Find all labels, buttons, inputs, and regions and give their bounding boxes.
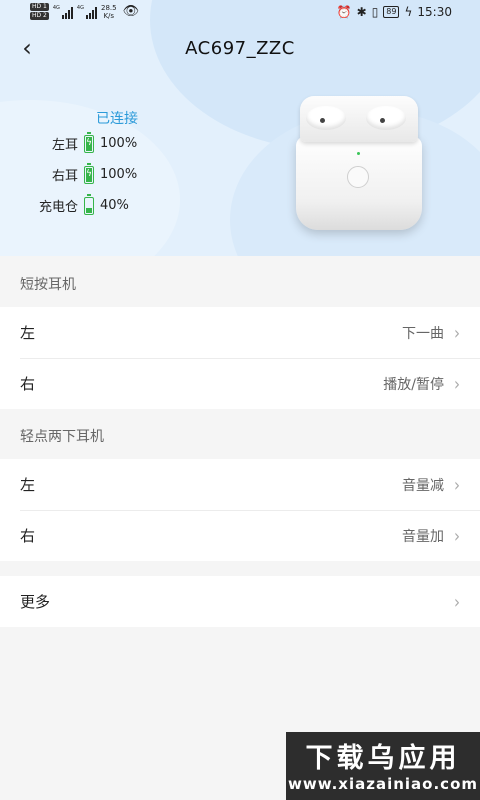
battery-charging-icon: ϟ <box>84 162 94 184</box>
battery-charging-icon: ϟ <box>84 131 94 153</box>
battery-label: 右耳 <box>51 169 78 184</box>
eye-icon: 👁 <box>122 4 140 19</box>
battery-value: 100% <box>100 167 138 182</box>
hd-badge: HD 2 <box>30 12 49 20</box>
battery-value: 40% <box>100 198 129 213</box>
bluetooth-icon: ✱ <box>356 5 367 19</box>
battery-icon <box>84 193 94 215</box>
watermark-title: 下载乌应用 <box>305 743 461 774</box>
connection-status: 已连接 <box>96 111 138 127</box>
page-title: AC697_ZZC <box>185 38 295 59</box>
section-title: 轻点两下耳机 <box>20 429 104 445</box>
setting-row-short-left[interactable]: 左 下一曲 › <box>0 307 480 358</box>
network-speed: 28.5 K/s <box>100 4 117 20</box>
more-group: 更多 › <box>0 576 480 627</box>
case-battery: 充电仓 40% <box>26 193 129 215</box>
hd-badge: HD 1 <box>30 3 49 11</box>
setting-value: 音量减 <box>402 477 444 494</box>
right-ear-battery: 右耳 ϟ 100% <box>26 162 138 184</box>
setting-value: 播放/暂停 <box>383 376 444 393</box>
section-title: 短按耳机 <box>20 277 76 293</box>
battery-value: 100% <box>100 136 138 151</box>
chevron-right-icon: › <box>454 321 460 344</box>
status-bar: HD 1 HD 2 4G 4G 28.5 K/s 👁 ⏰ ✱ ▯ 89 ϟ 15… <box>0 0 480 26</box>
earbuds-case-image <box>296 96 422 232</box>
setting-key: 左 <box>20 324 36 342</box>
more-row[interactable]: 更多 › <box>0 576 480 627</box>
chevron-right-icon: › <box>454 372 460 395</box>
setting-key: 右 <box>20 375 36 393</box>
vibrate-icon: ▯ <box>371 5 379 19</box>
watermark: 下载乌应用 www.xiazainiao.com <box>286 732 480 800</box>
signal-icon: 4G <box>53 5 73 19</box>
battery-level: 89 <box>383 6 400 18</box>
chevron-right-icon: › <box>454 590 460 613</box>
battery-label: 左耳 <box>51 138 78 153</box>
chevron-right-icon: › <box>454 473 460 496</box>
setting-row-double-right[interactable]: 右 音量加 › <box>0 510 480 561</box>
settings-group: 左 下一曲 › 右 播放/暂停 › <box>0 307 480 409</box>
chevron-right-icon: › <box>454 524 460 547</box>
setting-value: 下一曲 <box>402 325 444 342</box>
setting-key: 左 <box>20 476 36 494</box>
setting-key: 右 <box>20 527 36 545</box>
settings-group: 左 音量减 › 右 音量加 › <box>0 459 480 561</box>
alarm-icon: ⏰ <box>336 5 352 19</box>
more-label: 更多 <box>20 593 51 611</box>
setting-value: 音量加 <box>402 528 444 545</box>
left-ear-battery: 左耳 ϟ 100% <box>26 131 138 153</box>
setting-row-double-left[interactable]: 左 音量减 › <box>0 459 480 510</box>
clock: 15:30 <box>417 5 452 19</box>
signal-icon: 4G <box>77 5 97 19</box>
watermark-url: www.xiazainiao.com <box>287 775 479 793</box>
charging-icon: ϟ <box>404 5 413 19</box>
setting-row-short-right[interactable]: 右 播放/暂停 › <box>0 358 480 409</box>
battery-label: 充电仓 <box>38 200 78 215</box>
